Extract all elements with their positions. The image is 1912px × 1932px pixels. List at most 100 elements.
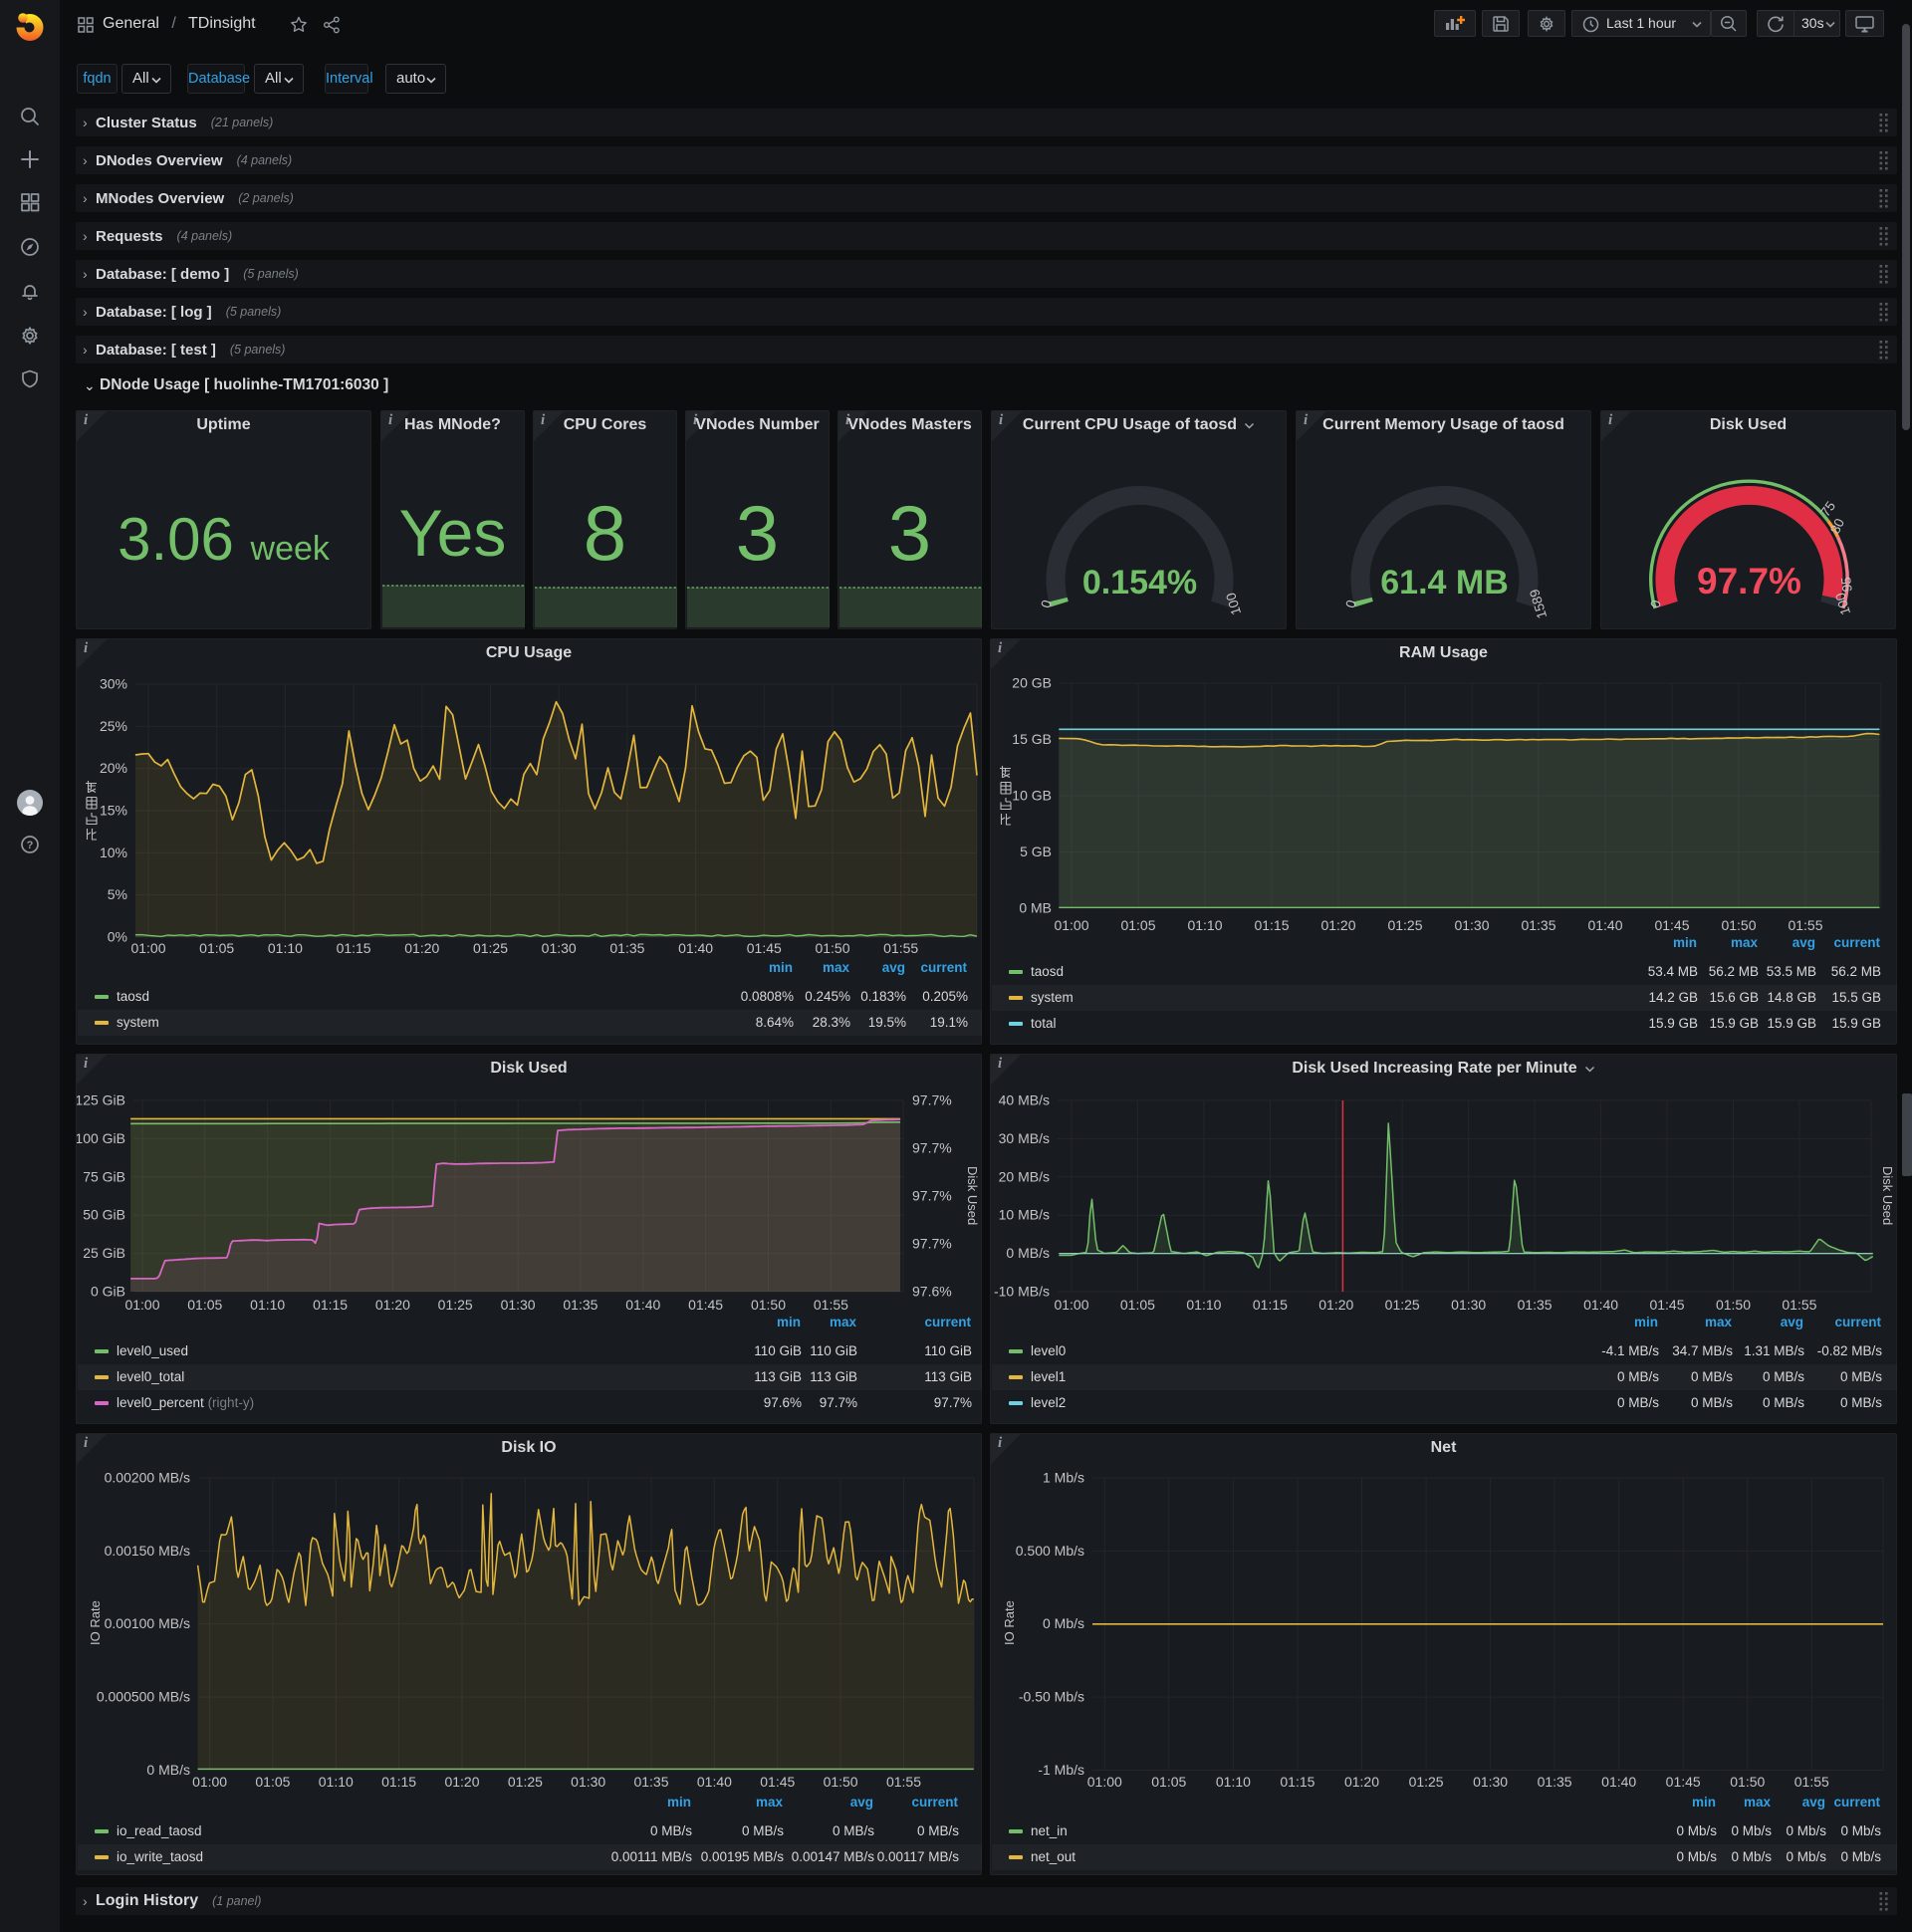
svg-text:01:00: 01:00 — [1054, 1297, 1088, 1313]
svg-text:01:00: 01:00 — [1087, 1774, 1122, 1790]
svg-text:15%: 15% — [100, 803, 127, 819]
svg-text:01:45: 01:45 — [1654, 917, 1689, 933]
svg-text:01:15: 01:15 — [1253, 1297, 1288, 1313]
svg-text:10%: 10% — [100, 845, 127, 860]
svg-text:5 GB: 5 GB — [1020, 844, 1052, 859]
svg-text:0 MB/s: 0 MB/s — [146, 1762, 190, 1778]
svg-text:01:45: 01:45 — [688, 1297, 723, 1313]
svg-text:01:00: 01:00 — [124, 1297, 159, 1313]
svg-text:97.7%: 97.7% — [912, 1092, 952, 1108]
svg-text:01:05: 01:05 — [1120, 917, 1155, 933]
svg-text:61.4 MB: 61.4 MB — [1380, 564, 1509, 602]
svg-text:01:55: 01:55 — [1788, 917, 1822, 933]
svg-text:01:50: 01:50 — [1730, 1774, 1765, 1790]
svg-text:10 MB/s: 10 MB/s — [999, 1207, 1050, 1223]
svg-text:30%: 30% — [100, 676, 127, 692]
svg-text:01:55: 01:55 — [1794, 1774, 1829, 1790]
svg-text:01:10: 01:10 — [1216, 1774, 1251, 1790]
svg-text:01:05: 01:05 — [199, 940, 234, 956]
svg-text:97.7%: 97.7% — [912, 1140, 952, 1156]
svg-text:01:10: 01:10 — [268, 940, 303, 956]
svg-text:50 GiB: 50 GiB — [83, 1207, 125, 1223]
svg-text:0.154%: 0.154% — [1082, 564, 1197, 602]
svg-text:01:35: 01:35 — [1521, 917, 1555, 933]
svg-text:01:30: 01:30 — [1473, 1774, 1508, 1790]
svg-text:01:25: 01:25 — [1409, 1774, 1444, 1790]
svg-text:01:35: 01:35 — [1518, 1297, 1553, 1313]
svg-text:01:55: 01:55 — [1782, 1297, 1816, 1313]
svg-text:100 GiB: 100 GiB — [77, 1130, 125, 1146]
svg-text:01:25: 01:25 — [473, 940, 508, 956]
svg-text:5%: 5% — [108, 886, 127, 902]
svg-text:01:25: 01:25 — [1385, 1297, 1420, 1313]
svg-text:01:20: 01:20 — [1344, 1774, 1379, 1790]
svg-text:01:00: 01:00 — [1054, 917, 1088, 933]
svg-text:01:25: 01:25 — [508, 1774, 543, 1790]
svg-text:01:45: 01:45 — [747, 940, 782, 956]
svg-text:40 MB/s: 40 MB/s — [999, 1092, 1050, 1108]
svg-text:0.00200 MB/s: 0.00200 MB/s — [105, 1470, 190, 1486]
svg-text:-1 Mb/s: -1 Mb/s — [1038, 1762, 1084, 1778]
svg-text:0.00100 MB/s: 0.00100 MB/s — [105, 1615, 190, 1631]
svg-text:01:20: 01:20 — [1320, 917, 1355, 933]
svg-text:01:50: 01:50 — [751, 1297, 786, 1313]
svg-text:01:10: 01:10 — [250, 1297, 285, 1313]
svg-text:01:15: 01:15 — [313, 1297, 348, 1313]
svg-text:01:05: 01:05 — [255, 1774, 290, 1790]
svg-text:0.00150 MB/s: 0.00150 MB/s — [105, 1543, 190, 1559]
svg-text:75 GiB: 75 GiB — [83, 1168, 125, 1184]
svg-text:01:00: 01:00 — [192, 1774, 227, 1790]
svg-text:01:40: 01:40 — [1587, 917, 1622, 933]
svg-text:01:05: 01:05 — [1151, 1774, 1186, 1790]
svg-text:100: 100 — [1223, 591, 1244, 616]
svg-text:01:35: 01:35 — [1538, 1774, 1572, 1790]
svg-text:01:40: 01:40 — [1601, 1774, 1636, 1790]
svg-text:01:35: 01:35 — [633, 1774, 668, 1790]
svg-text:01:20: 01:20 — [444, 1774, 479, 1790]
svg-text:01:45: 01:45 — [760, 1774, 795, 1790]
svg-text:01:15: 01:15 — [337, 940, 371, 956]
svg-text:10 GB: 10 GB — [1012, 788, 1052, 804]
svg-text:01:20: 01:20 — [404, 940, 439, 956]
svg-text:80: 80 — [1827, 516, 1847, 536]
svg-text:01:05: 01:05 — [187, 1297, 222, 1313]
svg-text:97.7%: 97.7% — [1697, 561, 1801, 602]
svg-text:01:25: 01:25 — [1387, 917, 1422, 933]
svg-text:01:55: 01:55 — [886, 1774, 921, 1790]
svg-text:0 GiB: 0 GiB — [91, 1284, 125, 1300]
svg-text:1589: 1589 — [1527, 588, 1550, 620]
svg-text:25%: 25% — [100, 718, 127, 734]
svg-text:01:15: 01:15 — [1280, 1774, 1314, 1790]
svg-text:01:15: 01:15 — [1254, 917, 1289, 933]
svg-text:01:40: 01:40 — [625, 1297, 660, 1313]
svg-text:-10 MB/s: -10 MB/s — [994, 1284, 1050, 1300]
svg-text:01:35: 01:35 — [563, 1297, 598, 1313]
svg-text:01:55: 01:55 — [883, 940, 918, 956]
svg-text:01:10: 01:10 — [1186, 1297, 1221, 1313]
svg-text:0 MB/s: 0 MB/s — [1006, 1245, 1050, 1261]
svg-text:01:20: 01:20 — [1318, 1297, 1353, 1313]
svg-text:97.7%: 97.7% — [912, 1188, 952, 1204]
svg-text:20 MB/s: 20 MB/s — [999, 1168, 1050, 1184]
svg-text:25 GiB: 25 GiB — [83, 1245, 125, 1261]
svg-text:01:10: 01:10 — [1187, 917, 1222, 933]
svg-text:20%: 20% — [100, 760, 127, 776]
svg-text:125 GiB: 125 GiB — [77, 1092, 125, 1108]
svg-text:95: 95 — [1838, 577, 1855, 594]
svg-text:75: 75 — [1817, 499, 1838, 520]
svg-text:01:45: 01:45 — [1666, 1774, 1701, 1790]
svg-text:01:45: 01:45 — [1649, 1297, 1684, 1313]
svg-text:01:30: 01:30 — [1454, 917, 1489, 933]
svg-text:01:30: 01:30 — [542, 940, 577, 956]
svg-text:1 Mb/s: 1 Mb/s — [1043, 1470, 1084, 1486]
svg-text:01:30: 01:30 — [571, 1774, 605, 1790]
svg-text:01:40: 01:40 — [1583, 1297, 1618, 1313]
svg-text:01:55: 01:55 — [814, 1297, 848, 1313]
svg-text:0.000500 MB/s: 0.000500 MB/s — [97, 1689, 190, 1705]
svg-text:0 Mb/s: 0 Mb/s — [1043, 1615, 1084, 1631]
svg-text:01:50: 01:50 — [1716, 1297, 1751, 1313]
svg-text:?: ? — [27, 840, 34, 851]
svg-text:01:30: 01:30 — [1451, 1297, 1486, 1313]
svg-text:01:05: 01:05 — [1120, 1297, 1155, 1313]
svg-text:01:10: 01:10 — [319, 1774, 354, 1790]
